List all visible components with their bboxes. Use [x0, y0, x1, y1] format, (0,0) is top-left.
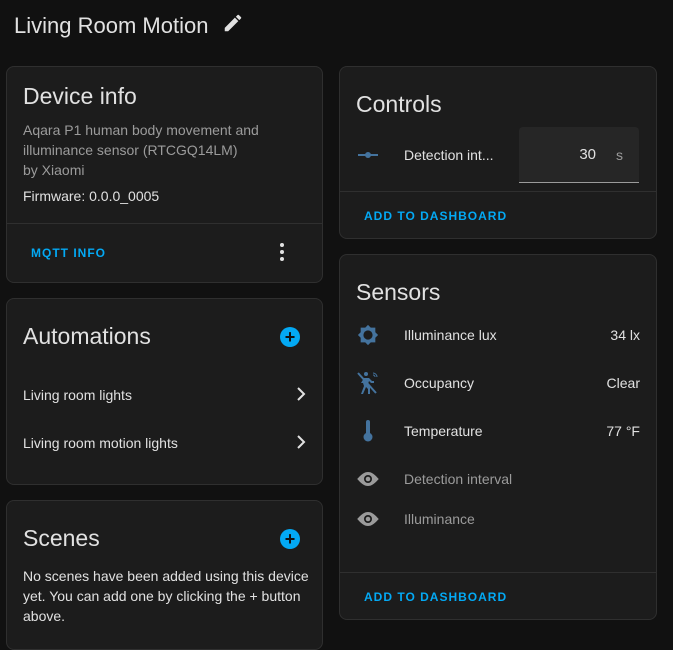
sensors-title: Sensors	[356, 279, 441, 305]
hidden-entity-row[interactable]: Detection interval	[356, 467, 640, 491]
add-automation-button[interactable]: +	[280, 327, 300, 347]
sensor-value: Clear	[606, 375, 640, 391]
motion-sensor-off-icon	[356, 371, 380, 395]
input-value: 30	[579, 146, 596, 163]
hidden-entity-row[interactable]: Illuminance	[356, 507, 640, 531]
page-title-text: Living Room Motion	[14, 13, 209, 38]
pencil-icon[interactable]	[222, 12, 244, 40]
device-manufacturer: by Xiaomi	[23, 162, 85, 178]
automations-card: Automations + Living room lights Living …	[6, 298, 323, 485]
device-info-title: Device info	[23, 83, 137, 109]
controls-title: Controls	[356, 91, 442, 117]
automation-label: Living room lights	[23, 387, 132, 403]
add-to-dashboard-button[interactable]: ADD TO DASHBOARD	[364, 590, 507, 604]
control-label: Detection int...	[404, 147, 494, 163]
sensor-label: Illuminance lux	[404, 327, 497, 343]
chevron-right-icon	[296, 386, 306, 404]
sensor-row[interactable]: Temperature 77 °F	[356, 419, 640, 443]
automation-item[interactable]: Living room lights	[23, 385, 306, 405]
thermometer-icon	[356, 419, 380, 443]
eye-icon	[356, 507, 380, 531]
add-to-dashboard-button[interactable]: ADD TO DASHBOARD	[364, 209, 507, 223]
sensor-label: Temperature	[404, 423, 483, 439]
scenes-empty-text: No scenes have been added using this dev…	[23, 568, 309, 624]
eye-icon	[356, 467, 380, 491]
hidden-entity-label: Detection interval	[404, 471, 513, 487]
firmware-version: Firmware: 0.0.0_0005	[23, 188, 160, 204]
control-detection-interval: Detection int... 30 s	[356, 127, 639, 183]
sensor-row[interactable]: Occupancy Clear	[356, 371, 640, 395]
brightness-icon	[356, 323, 380, 347]
automation-item[interactable]: Living room motion lights	[23, 433, 306, 453]
automations-title: Automations	[23, 323, 151, 349]
chevron-right-icon	[296, 434, 306, 452]
sensor-value: 34 lx	[610, 327, 640, 343]
divider	[340, 191, 656, 192]
divider	[340, 572, 656, 573]
device-model: Aqara P1 human body movement and illumin…	[23, 122, 259, 158]
scenes-title: Scenes	[23, 525, 100, 551]
hidden-entity-label: Illuminance	[404, 511, 475, 527]
input-unit: s	[616, 146, 623, 163]
device-info-card: Device info Aqara P1 human body movement…	[6, 66, 323, 283]
device-description: Aqara P1 human body movement and illumin…	[23, 120, 283, 180]
mqtt-info-button[interactable]: MQTT INFO	[31, 246, 106, 260]
divider	[7, 223, 322, 224]
sensor-value: 77 °F	[606, 423, 640, 439]
sensor-label: Occupancy	[404, 375, 475, 391]
scenes-card: Scenes + No scenes have been added using…	[6, 500, 323, 650]
sensors-card: Sensors Illuminance lux 34 lx Occupancy …	[339, 254, 657, 620]
sensor-row[interactable]: Illuminance lux 34 lx	[356, 323, 640, 347]
page-title: Living Room Motion	[14, 12, 244, 40]
add-scene-button[interactable]: +	[280, 529, 300, 549]
detection-interval-input[interactable]: 30 s	[519, 127, 639, 183]
controls-card: Controls Detection int... 30 s ADD TO DA…	[339, 66, 657, 239]
more-options-icon[interactable]	[279, 242, 285, 267]
ray-vertex-icon	[356, 143, 380, 167]
automation-label: Living room motion lights	[23, 435, 178, 451]
